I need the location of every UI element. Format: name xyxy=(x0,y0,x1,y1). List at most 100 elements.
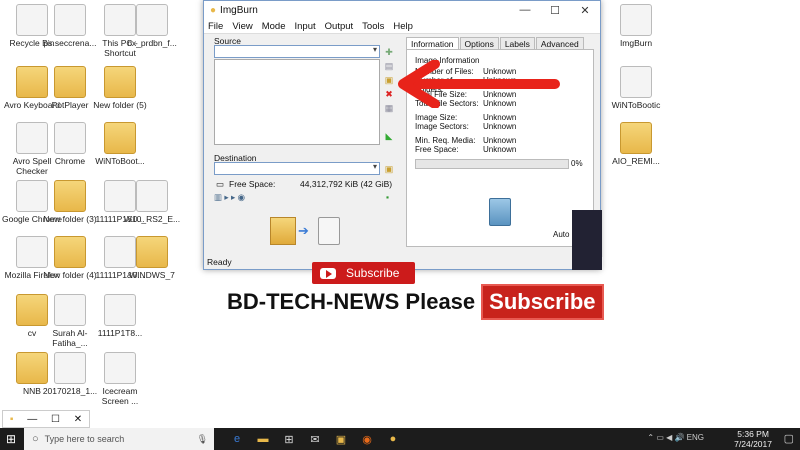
menu-file[interactable]: File xyxy=(208,21,223,32)
folder-icon xyxy=(54,180,86,212)
desktop-icon-label: 1111P1T8... xyxy=(97,328,143,338)
file-explorer-icon[interactable]: ▬ xyxy=(250,428,276,450)
folder-icon xyxy=(104,66,136,98)
background-video-strip xyxy=(572,210,602,270)
properties-icon[interactable]: ▦ xyxy=(384,103,394,113)
desktop-icon-label: ImgBurn xyxy=(619,38,653,48)
clock-time: 5:36 PM xyxy=(737,429,769,439)
youtube-subscribe-button[interactable]: Subscribe xyxy=(312,262,415,284)
folder-icon xyxy=(104,122,136,154)
menu-bar: File View Mode Input Output Tools Help xyxy=(204,19,600,34)
folder-icon xyxy=(270,217,296,245)
calculator-icon[interactable] xyxy=(489,198,511,226)
menu-output[interactable]: Output xyxy=(325,21,354,32)
desktop-icon[interactable]: WiNToBoot... xyxy=(88,122,152,166)
title-bar[interactable]: ● ImgBurn — ☐ ✕ xyxy=(204,1,600,19)
browse-icon[interactable]: ▤ xyxy=(384,61,394,71)
menu-mode[interactable]: Mode xyxy=(262,21,286,32)
progress-percent: 0% xyxy=(571,159,583,168)
free-space-label: Free Space: xyxy=(229,179,276,189)
file-icon xyxy=(620,66,652,98)
notification-icon[interactable]: ▢ xyxy=(784,432,794,445)
desktop-icon[interactable]: WINDWS_7 xyxy=(120,236,184,280)
desktop-icon[interactable]: W10_RS2_E... xyxy=(120,180,184,224)
desktop-icon[interactable]: bx_prdbn_f... xyxy=(120,4,184,48)
mail-icon[interactable]: ✉ xyxy=(302,428,328,450)
source-combo[interactable]: ▾ xyxy=(214,45,380,58)
taskbar: ⊞ ○ Type here to search 🎙 e ▬ ⊞ ✉ ▣ ◉ ● … xyxy=(0,428,800,450)
status-indicator-icon: ▪ xyxy=(386,192,390,202)
windows-start-icon[interactable]: ⊞ xyxy=(6,432,16,446)
close-button[interactable]: ✕ xyxy=(74,414,82,425)
desktop-icon-label: W10_RS2_E... xyxy=(123,214,181,224)
free-space-value: 44,312,792 KiB (42 GiB) xyxy=(300,179,393,189)
info-row: Free Space: Unknown xyxy=(415,145,517,154)
arrow-right-icon: ➔ xyxy=(298,223,309,238)
desktop-icon-label: New folder (5) xyxy=(93,100,147,110)
status-text: Ready xyxy=(207,257,232,267)
file-icon xyxy=(136,180,168,212)
menu-tools[interactable]: Tools xyxy=(362,21,384,32)
options-icons[interactable]: ▥ ▸ ▸ ◉ xyxy=(214,192,245,203)
folder-icon xyxy=(54,66,86,98)
info-row: Image Size: Unknown xyxy=(415,113,517,122)
desktop-icon-label: Icecream Screen ... xyxy=(101,386,139,406)
folder-icon[interactable]: ▣ xyxy=(384,75,394,85)
search-icon: ○ xyxy=(32,433,39,445)
desktop-icon[interactable]: 1111P1T8... xyxy=(88,294,152,338)
maximize-button[interactable]: ☐ xyxy=(51,414,60,425)
desktop-icon[interactable]: Icecream Screen ... xyxy=(88,352,152,406)
store-icon[interactable]: ⊞ xyxy=(276,428,302,450)
minimize-button[interactable]: — xyxy=(510,4,540,16)
folder-icon xyxy=(54,236,86,268)
add-icon[interactable]: ✚ xyxy=(384,47,394,57)
destination-combo[interactable]: ▾ xyxy=(214,162,380,175)
file-icon xyxy=(54,4,86,36)
desktop-icon-label: WINDWS_7 xyxy=(129,270,175,280)
taskbar-search-box[interactable]: ○ Type here to search 🎙 xyxy=(24,428,214,450)
app-icon: ▪ xyxy=(9,413,14,425)
search-placeholder: Type here to search xyxy=(44,434,125,444)
drive-icon: ▭ xyxy=(216,179,225,189)
desktop-icon[interactable]: WiNToBootic xyxy=(604,66,668,110)
annotation-arrow-icon xyxy=(398,60,560,108)
chevron-down-icon: ▾ xyxy=(372,162,377,171)
menu-view[interactable]: View xyxy=(232,21,252,32)
taskbar-recorder-icon[interactable]: ◉ xyxy=(354,428,380,450)
info-row: Image Sectors: Unknown xyxy=(415,122,517,131)
progress-bar xyxy=(415,159,569,169)
info-row: Min. Req. Media: Unknown xyxy=(415,136,517,145)
microphone-icon[interactable]: 🎙 xyxy=(197,434,208,445)
system-tray-icons[interactable]: ⌃ ▭ ◀ 🔊 ENG xyxy=(647,433,704,442)
source-file-list[interactable] xyxy=(214,59,380,145)
desktop-icon[interactable]: ImgBurn xyxy=(604,4,668,48)
desktop-icon[interactable]: New folder (5) xyxy=(88,66,152,110)
destination-browse-icon[interactable]: ▣ xyxy=(384,164,394,174)
close-button[interactable]: ✕ xyxy=(570,4,600,17)
channel-banner: BD-TECH-NEWS Please Subscribe xyxy=(227,284,604,320)
window-title: ImgBurn xyxy=(220,4,258,16)
minimize-button[interactable]: — xyxy=(27,414,37,425)
menu-help[interactable]: Help xyxy=(393,21,413,32)
file-icon xyxy=(136,4,168,36)
menu-input[interactable]: Input xyxy=(295,21,316,32)
clock-date: 7/24/2017 xyxy=(734,439,772,449)
file-icon xyxy=(620,4,652,36)
youtube-subscribe-label: Subscribe xyxy=(346,266,400,280)
delete-icon[interactable]: ✖ xyxy=(384,89,394,99)
taskbar-imgburn-icon[interactable]: ● xyxy=(380,428,406,450)
banner-subscribe-button[interactable]: Subscribe xyxy=(481,284,604,320)
write-image-button[interactable] xyxy=(318,217,340,245)
app-icon: ● xyxy=(210,4,217,16)
file-icon xyxy=(54,122,86,154)
file-icon xyxy=(104,352,136,384)
desktop-icon[interactable]: AIO_REMI... xyxy=(604,122,668,166)
desktop-icon-label: AIO_REMI... xyxy=(612,156,660,166)
minimized-window[interactable]: ▪ — ☐ ✕ xyxy=(2,410,90,428)
maximize-button[interactable]: ☐ xyxy=(540,4,570,17)
folder-icon xyxy=(136,236,168,268)
taskbar-clock[interactable]: 5:36 PM 7/24/2017 xyxy=(734,429,772,449)
calculate-icon[interactable]: ◣ xyxy=(384,131,394,141)
taskbar-app-icon[interactable]: ▣ xyxy=(328,428,354,450)
edge-icon[interactable]: e xyxy=(224,428,250,450)
